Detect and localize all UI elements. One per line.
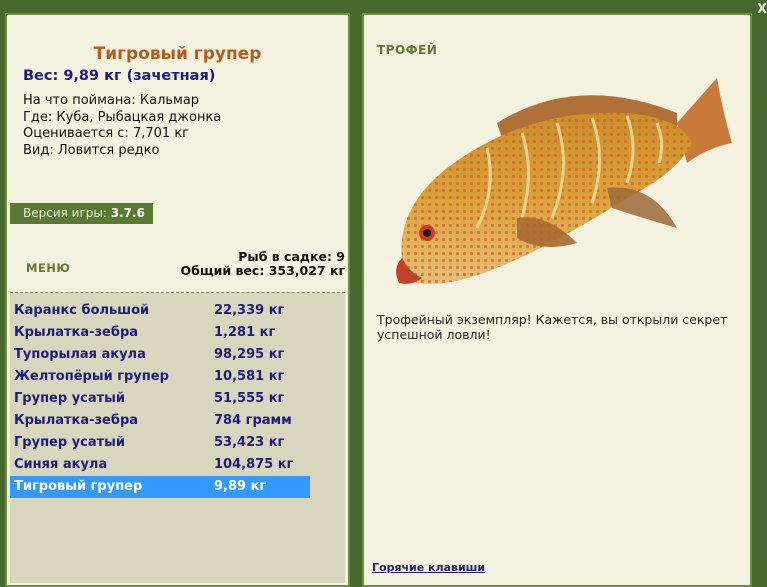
rating-threshold-info: Оценивается с: 7,701 кг xyxy=(23,126,190,141)
catch-name: Крылатка-зебра xyxy=(14,413,139,428)
catch-name: Каранкс большой xyxy=(14,303,150,318)
fish-details: На что поймана: Кальмар Где: Куба, Рыбац… xyxy=(23,93,221,159)
trophy-label: ТРОФЕЙ xyxy=(377,43,438,57)
catch-weight: 10,581 кг xyxy=(214,369,285,384)
menu-button[interactable]: МЕНЮ xyxy=(26,261,70,275)
catch-weight: 98,295 кг xyxy=(214,347,285,362)
catch-name: Групер усатый xyxy=(14,391,126,406)
cage-count: Рыб в садке: 9 xyxy=(238,249,345,264)
catch-weight: 104,875 кг xyxy=(214,457,294,472)
list-item[interactable]: Синяя акула 104,875 кг xyxy=(10,454,310,476)
location-info: Где: Куба, Рыбацкая джонка xyxy=(23,109,222,125)
list-item-selected[interactable]: Тигровый групер 9,89 кг xyxy=(10,476,310,498)
catch-name: Желтопёрый групер xyxy=(14,369,169,384)
catch-name: Синяя акула xyxy=(14,457,108,472)
list-item[interactable]: Каранкс большой 22,339 кг xyxy=(10,300,310,322)
game-version-badge: Версия игры: 3.7.6 xyxy=(10,203,153,224)
list-item[interactable]: Желтопёрый групер 10,581 кг xyxy=(10,366,310,388)
list-item[interactable]: Групер усатый 51,555 кг xyxy=(10,388,310,410)
catch-list: Каранкс большой 22,339 кг Крылатка-зебра 1… xyxy=(10,292,345,583)
close-icon[interactable]: X xyxy=(757,2,767,17)
catch-name: Групер усатый xyxy=(14,435,126,450)
catch-weight: 9,89 кг xyxy=(214,479,267,494)
catch-name: Тупорылая акула xyxy=(14,347,146,362)
trophy-message: Трофейный экземпляр! Кажется, вы открыли… xyxy=(377,312,728,342)
catch-weight: 1,281 кг xyxy=(214,325,276,340)
bait-info: На что поймана: Кальмар xyxy=(23,93,200,108)
hotkeys-link[interactable]: Горячие клавиши xyxy=(372,561,485,574)
catch-weight: 53,423 кг xyxy=(214,435,285,450)
catch-name: Крылатка-зебра xyxy=(14,325,139,340)
fish-weight: Вес: 9,89 кг (зачетная) xyxy=(23,68,216,84)
list-item[interactable]: Тупорылая акула 98,295 кг xyxy=(10,344,310,366)
version-label: Версия игры: xyxy=(23,206,107,220)
trophy-panel: ТРОФЕЙ Трофейный экземпляр! Кажется, вы … xyxy=(362,13,752,587)
list-item[interactable]: Групер усатый 53,423 кг xyxy=(10,432,310,454)
cage-total-weight: Общий вес: 353,027 кг xyxy=(180,263,346,278)
fish-title: Тигровый групер xyxy=(93,44,262,64)
catch-weight: 22,339 кг xyxy=(214,303,285,318)
catch-weight: 51,555 кг xyxy=(214,391,285,406)
catch-name: Тигровый групер xyxy=(14,479,143,494)
cage-summary: Рыб в садке: 9 Общий вес: 353,027 кг xyxy=(181,250,346,278)
list-item[interactable]: Крылатка-зебра 784 грамм xyxy=(10,410,310,432)
fish-info-panel: Тигровый групер Вес: 9,89 кг (зачетная) … xyxy=(5,13,350,587)
list-item[interactable]: Крылатка-зебра 1,281 кг xyxy=(10,322,310,344)
rarity-info: Вид: Ловится редко xyxy=(23,142,160,158)
tiger-grouper-image xyxy=(396,78,732,284)
version-value: 3.7.6 xyxy=(110,206,145,220)
catch-weight: 784 грамм xyxy=(214,413,292,428)
